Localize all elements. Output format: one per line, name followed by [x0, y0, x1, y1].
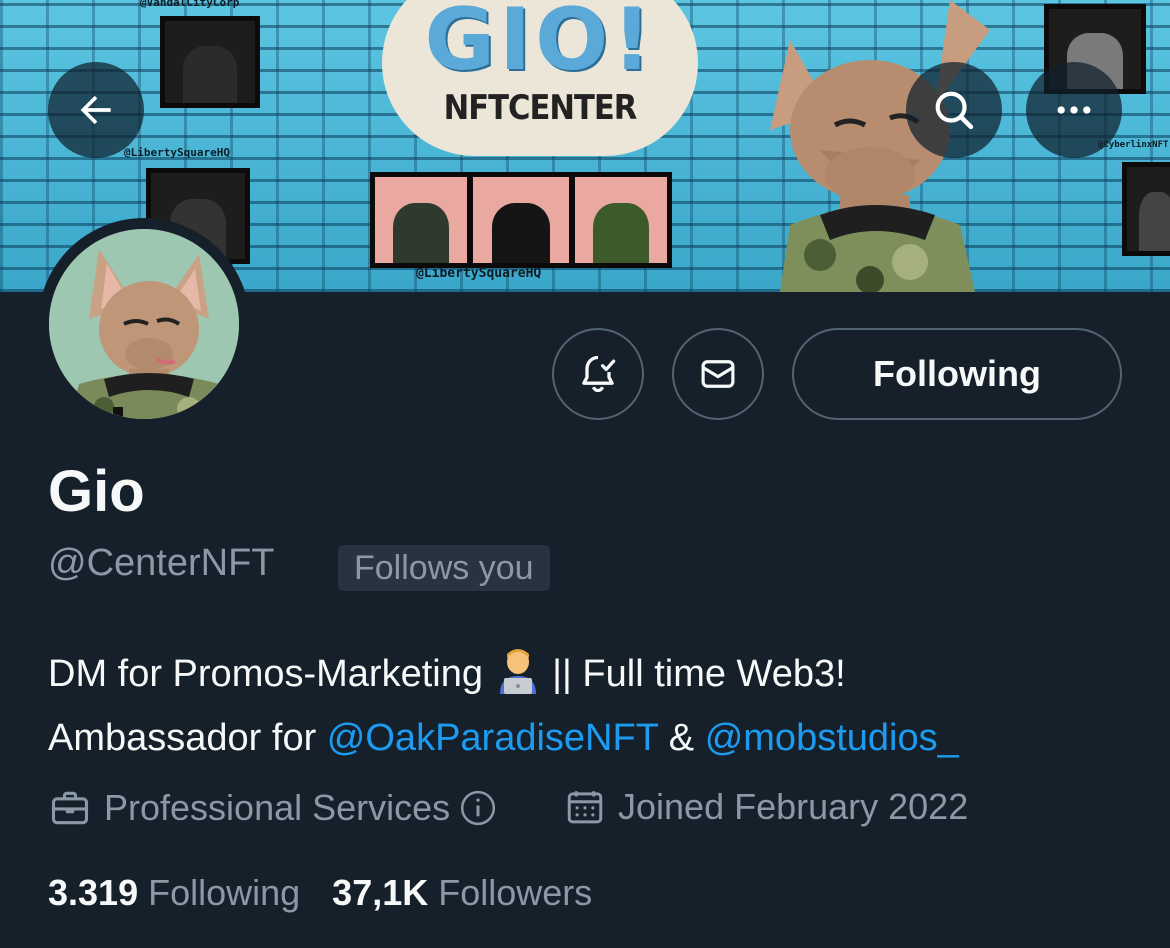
followers-stat[interactable]: 37,1K Followers — [332, 872, 592, 914]
profile-bio: DM for Promos-Marketing || Full time Web… — [48, 642, 1128, 770]
following-stat[interactable]: 3.319 Following — [48, 872, 300, 914]
display-name: Gio — [48, 459, 145, 524]
banner-window — [1122, 162, 1170, 256]
calendar-icon — [567, 791, 603, 824]
followers-label: Followers — [438, 872, 593, 913]
follow-stats: 3.319 Following 37,1K Followers — [48, 872, 624, 914]
followers-count: 37,1K — [332, 872, 429, 913]
briefcase-icon — [51, 791, 89, 825]
more-horizontal-icon — [1057, 106, 1091, 114]
envelope-icon — [701, 360, 735, 388]
banner-tag: @VandalCityCorp — [140, 0, 240, 9]
bio-text: & — [658, 717, 705, 759]
banner-tag: @LibertySquareHQ — [416, 266, 542, 281]
bell-check-icon — [582, 355, 616, 393]
avatar-image — [49, 229, 239, 419]
bio-line-1: DM for Promos-Marketing || Full time Web… — [48, 642, 1128, 706]
mention-link-mobstudios[interactable]: @mobstudios_ — [705, 717, 959, 759]
banner-window — [570, 172, 672, 268]
cat-avatar-illustration — [49, 229, 239, 419]
banner-window — [370, 172, 472, 268]
back-button[interactable] — [48, 62, 144, 158]
bio-line-2: Ambassador for @OakParadiseNFT & @mobstu… — [48, 706, 1128, 770]
technologist-emoji-icon — [496, 646, 540, 694]
bio-text: || Full time Web3! — [552, 653, 846, 695]
message-button[interactable] — [672, 328, 764, 420]
banner-tag: @LibertySquareHQ — [124, 146, 230, 159]
following-count: 3.319 — [48, 872, 139, 913]
search-icon — [935, 91, 974, 130]
arrow-left-icon — [80, 95, 111, 125]
bio-text: Ambassador for — [48, 717, 327, 759]
more-button[interactable] — [1026, 62, 1122, 158]
notifications-button[interactable] — [552, 328, 644, 420]
banner-logo-subtitle: NFTCENTER — [443, 88, 638, 128]
search-button[interactable] — [906, 62, 1002, 158]
profile-avatar[interactable] — [38, 218, 250, 430]
banner-logo-title: GIO! — [424, 0, 656, 90]
bio-text: DM for Promos-Marketing — [48, 653, 483, 695]
username-handle: @CenterNFT — [48, 542, 275, 584]
banner-logo: GIO! NFTCENTER — [382, 0, 698, 156]
mention-link-oakparadise[interactable]: @OakParadiseNFT — [327, 717, 658, 759]
category-label: Professional Services — [104, 787, 451, 828]
banner-window — [160, 16, 260, 108]
profile-category: Professional Services — [48, 786, 498, 830]
banner-window — [468, 172, 574, 268]
info-icon[interactable] — [458, 788, 498, 828]
following-label: Following — [148, 872, 301, 913]
following-button[interactable]: Following — [792, 328, 1122, 420]
profile-join-date: Joined February 2022 — [564, 786, 968, 828]
follows-you-badge: Follows you — [338, 545, 550, 591]
joined-label: Joined February 2022 — [618, 786, 969, 827]
